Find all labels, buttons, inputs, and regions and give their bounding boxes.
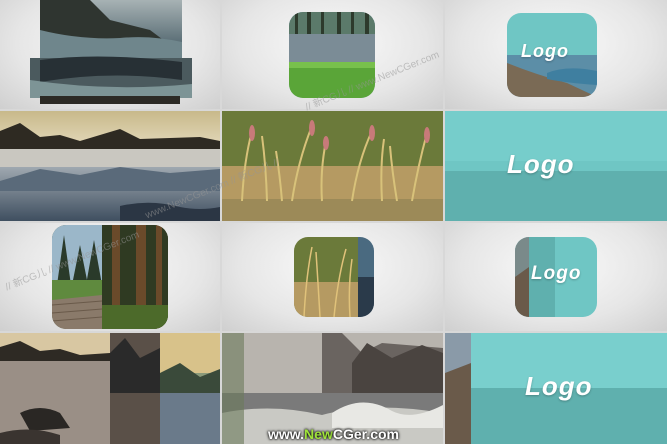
seascape-image — [30, 0, 192, 104]
frame-6-logo-banner: Logo — [445, 111, 667, 221]
site-brand: www.NewCGer.com — [0, 426, 667, 442]
brand-highlight: New — [304, 426, 333, 442]
brand-prefix: www. — [268, 426, 305, 442]
logo-card: Logo — [515, 237, 597, 317]
grass-card — [294, 237, 374, 317]
video-contact-sheet: Logo Logo Logo Logo // 新CG儿 // www.NewCG… — [0, 0, 667, 444]
logo-card: Logo — [507, 13, 597, 97]
logo-label: Logo — [525, 371, 593, 401]
brand-suffix: CGer.com — [332, 426, 399, 442]
frame-1-seascape-fold — [0, 0, 220, 109]
frame-3-logo-fold: Logo — [445, 0, 667, 109]
logo-label: Logo — [507, 149, 575, 179]
frame-8-grass-card — [222, 223, 443, 331]
frame-9-logo-card: Logo — [445, 223, 667, 331]
logo-label: Logo — [521, 41, 569, 61]
logo-label: Logo — [531, 263, 582, 284]
